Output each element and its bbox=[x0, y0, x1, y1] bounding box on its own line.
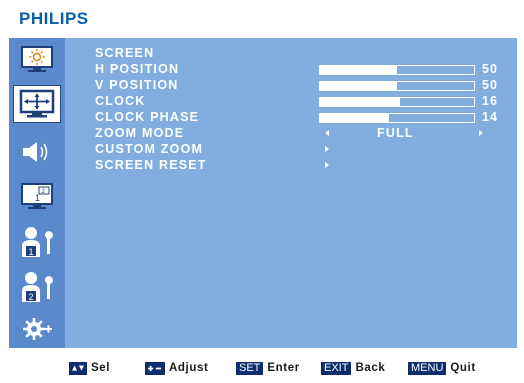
user-config-icon: 1 bbox=[22, 226, 53, 257]
set-key: SET bbox=[236, 361, 264, 375]
menu-title-row: SCREEN bbox=[95, 46, 515, 62]
menu-item-custom-zoom[interactable]: CUSTOM ZOOM bbox=[95, 142, 515, 158]
key-hint-bar: Sel Adjust SET Enter EXIT Back MENU Quit bbox=[0, 357, 524, 383]
menu-item-label: CUSTOM ZOOM bbox=[95, 142, 204, 156]
philips-logo: PHILIPS bbox=[19, 9, 89, 28]
zoom-next-arrow-icon[interactable] bbox=[479, 130, 483, 136]
clock-phase-slider[interactable] bbox=[319, 113, 475, 123]
pip-main-label: 1 bbox=[35, 193, 40, 203]
user-config-icon: 2 bbox=[22, 271, 53, 302]
menu-key: MENU bbox=[408, 361, 447, 375]
brightness-monitor-icon bbox=[21, 45, 53, 72]
config-badge-1: 1 bbox=[29, 247, 34, 257]
menu-item-screen-reset[interactable]: SCREEN RESET bbox=[95, 158, 515, 174]
sidebar-item-pip[interactable]: 1 2 bbox=[17, 181, 57, 212]
h-position-slider[interactable] bbox=[319, 65, 475, 75]
pip-monitor-icon: 1 2 bbox=[21, 182, 53, 209]
hint-label: Quit bbox=[450, 362, 476, 374]
config-badge-2: 2 bbox=[29, 292, 34, 302]
up-down-arrows-icon bbox=[69, 361, 87, 375]
sidebar-item-audio[interactable] bbox=[17, 136, 57, 167]
zoom-mode-value: FULL bbox=[377, 126, 414, 140]
menu-title: SCREEN bbox=[95, 46, 155, 60]
menu-item-label: SCREEN RESET bbox=[95, 158, 207, 172]
sidebar-item-config1[interactable]: 1 bbox=[17, 226, 57, 257]
hint-sel: Sel bbox=[69, 361, 110, 375]
menu-item-label: CLOCK PHASE bbox=[95, 110, 200, 124]
submenu-arrow-icon bbox=[325, 162, 329, 168]
menu-item-label: H POSITION bbox=[95, 62, 180, 76]
slider-value: 16 bbox=[482, 94, 498, 108]
sidebar-item-picture[interactable] bbox=[17, 44, 57, 75]
menu-item-v-position[interactable]: V POSITION 50 bbox=[95, 78, 515, 94]
menu-item-clock[interactable]: CLOCK 16 bbox=[95, 94, 515, 110]
osd-menu-panel: 1 2 1 2 SCREEN H POSITION 50 V POSITION … bbox=[9, 38, 517, 348]
menu-item-zoom-mode[interactable]: ZOOM MODE FULL bbox=[95, 126, 515, 142]
v-position-slider[interactable] bbox=[319, 81, 475, 91]
hint-label: Adjust bbox=[169, 362, 209, 374]
plus-minus-icon bbox=[145, 361, 165, 375]
osd-sidebar: 1 2 1 2 bbox=[9, 38, 65, 348]
hint-quit: MENU Quit bbox=[408, 361, 476, 375]
hint-adjust: Adjust bbox=[145, 361, 208, 375]
menu-item-clock-phase[interactable]: CLOCK PHASE 14 bbox=[95, 110, 515, 126]
menu-item-label: V POSITION bbox=[95, 78, 179, 92]
hint-label: Sel bbox=[91, 362, 111, 374]
exit-key: EXIT bbox=[321, 361, 352, 375]
speaker-icon bbox=[23, 141, 48, 162]
hint-enter: SET Enter bbox=[236, 361, 300, 375]
sidebar-item-advanced[interactable] bbox=[17, 313, 57, 344]
zoom-prev-arrow-icon[interactable] bbox=[325, 130, 329, 136]
clock-slider[interactable] bbox=[319, 97, 475, 107]
slider-value: 14 bbox=[482, 110, 498, 124]
sidebar-item-config2[interactable]: 2 bbox=[17, 271, 57, 302]
menu-item-label: CLOCK bbox=[95, 94, 146, 108]
menu-item-label: ZOOM MODE bbox=[95, 126, 185, 140]
slider-value: 50 bbox=[482, 62, 498, 76]
sidebar-item-screen[interactable] bbox=[13, 85, 61, 123]
menu-item-h-position[interactable]: H POSITION 50 bbox=[95, 62, 515, 78]
hint-label: Enter bbox=[267, 362, 300, 374]
screen-position-icon bbox=[19, 89, 55, 118]
gear-plus-icon bbox=[23, 317, 52, 340]
hint-label: Back bbox=[355, 362, 386, 374]
hint-back: EXIT Back bbox=[321, 361, 385, 375]
submenu-arrow-icon bbox=[325, 146, 329, 152]
slider-value: 50 bbox=[482, 78, 498, 92]
